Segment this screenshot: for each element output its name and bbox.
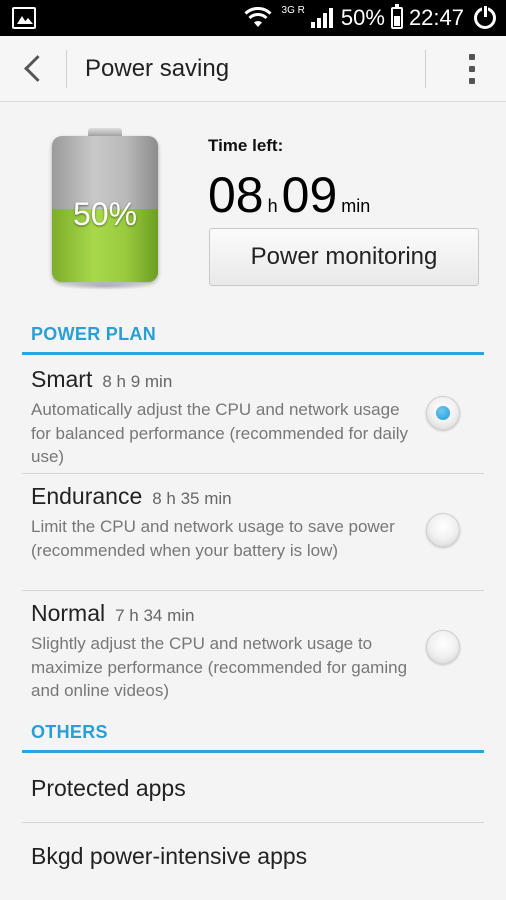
hours-unit: h xyxy=(267,196,278,216)
plan-time: 8 h 35 min xyxy=(152,489,232,508)
network-type: 3G R xyxy=(281,5,305,16)
image-icon xyxy=(12,7,36,29)
plan-header: Normal 7 h 34 min xyxy=(31,600,195,627)
signal-icon xyxy=(310,8,333,28)
section-title-power-plan: POWER PLAN xyxy=(31,324,157,344)
plan-description: Limit the CPU and network usage to save … xyxy=(31,517,395,560)
overflow-menu-icon[interactable] xyxy=(468,54,476,84)
plan-header: Endurance 8 h 35 min xyxy=(31,483,232,510)
list-divider xyxy=(22,590,484,591)
plan-description: Slightly adjust the CPU and network usag… xyxy=(31,634,408,700)
section-title-others: OTHERS xyxy=(31,722,108,742)
status-bar: 3G R 50% 22:47 xyxy=(0,0,506,36)
status-icons: 3G R 50% 22:47 xyxy=(243,0,496,36)
radio-button[interactable] xyxy=(426,513,460,547)
plan-time: 8 h 9 min xyxy=(102,372,173,391)
list-divider xyxy=(22,473,484,474)
plan-name: Smart xyxy=(31,366,93,392)
power-monitoring-button[interactable]: Power monitoring xyxy=(209,228,479,286)
battery-shadow xyxy=(58,282,152,290)
protected-apps-item[interactable]: Protected apps xyxy=(31,775,186,802)
time-left-value: 08 h 09 min xyxy=(208,166,374,224)
list-divider xyxy=(22,822,484,823)
divider xyxy=(425,50,426,88)
plan-smart[interactable]: Smart 8 h 9 min Automatically adjust the… xyxy=(22,366,484,472)
battery-level-label: 50% xyxy=(72,196,138,232)
back-icon[interactable] xyxy=(20,54,50,84)
section-divider xyxy=(22,750,484,753)
plan-time: 7 h 34 min xyxy=(115,606,195,625)
radio-button[interactable] xyxy=(426,630,460,664)
section-divider xyxy=(22,352,484,355)
page-title: Power saving xyxy=(85,55,230,82)
minutes-value: 09 xyxy=(281,167,338,223)
plan-description: Automatically adjust the CPU and network… xyxy=(31,400,409,466)
minutes-unit: min xyxy=(341,196,371,216)
plan-name: Endurance xyxy=(31,483,143,509)
hours-value: 08 xyxy=(208,167,264,223)
bkgd-power-intensive-apps-item[interactable]: Bkgd power-intensive apps xyxy=(31,843,307,870)
plan-normal[interactable]: Normal 7 h 34 min Slightly adjust the CP… xyxy=(22,600,484,706)
wifi-icon xyxy=(243,7,272,27)
plan-header: Smart 8 h 9 min xyxy=(31,366,172,393)
plan-name: Normal xyxy=(31,600,106,626)
action-bar: Power saving xyxy=(0,36,506,102)
battery-graphic: 50% xyxy=(52,128,158,290)
time-left-label: Time left: xyxy=(208,136,284,155)
radio-button-selected[interactable] xyxy=(426,396,460,430)
battery-body: 50% xyxy=(52,136,158,282)
clock: 22:47 xyxy=(408,5,464,30)
divider xyxy=(66,50,67,88)
battery-icon xyxy=(390,4,403,29)
power-icon xyxy=(474,5,496,29)
battery-percent: 50% xyxy=(340,5,385,30)
plan-endurance[interactable]: Endurance 8 h 35 min Limit the CPU and n… xyxy=(22,483,484,589)
